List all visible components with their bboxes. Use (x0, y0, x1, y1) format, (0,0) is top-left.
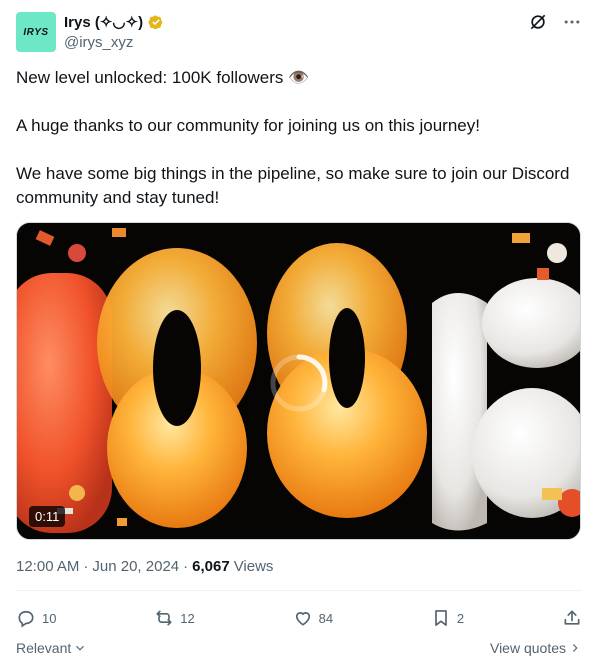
tweet-line-1: New level unlocked: 100K followers 👁️ (16, 68, 310, 87)
reply-footer: Relevant View quotes (16, 640, 582, 656)
share-icon (564, 610, 580, 625)
avatar-logo-text: IRYS (23, 26, 49, 38)
tweet-line-2: A huge thanks to our community for joini… (16, 116, 480, 135)
share-button[interactable] (562, 608, 582, 628)
video-duration: 0:11 (29, 506, 66, 527)
chevron-right-icon (572, 644, 578, 652)
repost-button[interactable]: 12 (154, 608, 195, 628)
reply-button[interactable]: 10 (16, 608, 56, 628)
tweet-meta: 12:00 AM · Jun 20, 2024 · 6,067 Views (16, 558, 273, 575)
view-quotes-link[interactable]: View quotes (490, 640, 582, 656)
repost-icon (156, 610, 172, 626)
bookmark-count: 2 (456, 610, 465, 626)
sort-dropdown[interactable]: Relevant (16, 640, 87, 656)
bookmark-icon (435, 610, 447, 626)
tweet-text: New level unlocked: 100K followers 👁️ A … (16, 66, 586, 210)
reply-count: 10 (42, 610, 57, 626)
heart-icon (295, 612, 310, 626)
meta-separator: · (83, 558, 89, 575)
views-label: Views (233, 558, 274, 575)
more-icon[interactable] (562, 12, 582, 32)
tweet-header: IRYS Irys (✧◡✧) @irys_xyz (16, 10, 582, 58)
divider (16, 590, 582, 591)
tweet-date[interactable]: Jun 20, 2024 (92, 558, 179, 575)
tweet-line-3: We have some big things in the pipeline,… (16, 164, 570, 207)
grok-icon[interactable] (528, 12, 548, 32)
like-button[interactable]: 84 (293, 608, 333, 628)
views-count: 6,067 (192, 558, 230, 575)
repost-count: 12 (180, 610, 195, 626)
display-name[interactable]: Irys (✧◡✧) (64, 13, 143, 31)
meta-separator: · (183, 558, 189, 575)
video-frame (17, 223, 580, 539)
author-handle[interactable]: @irys_xyz (64, 34, 165, 51)
verified-badge-icon[interactable] (147, 13, 165, 31)
video-player[interactable]: 0:11 (16, 222, 581, 540)
reply-icon (18, 610, 34, 628)
bookmark-button[interactable]: 2 (431, 608, 464, 628)
view-quotes-label: View quotes (489, 640, 566, 656)
like-count: 84 (318, 610, 334, 626)
chevron-down-icon (76, 645, 85, 651)
author-names: Irys (✧◡✧) @irys_xyz (64, 12, 165, 51)
avatar[interactable]: IRYS (16, 12, 56, 52)
tweet-time[interactable]: 12:00 AM (16, 558, 79, 575)
action-bar: 10 12 84 2 (16, 606, 582, 630)
sort-label: Relevant (16, 640, 72, 656)
